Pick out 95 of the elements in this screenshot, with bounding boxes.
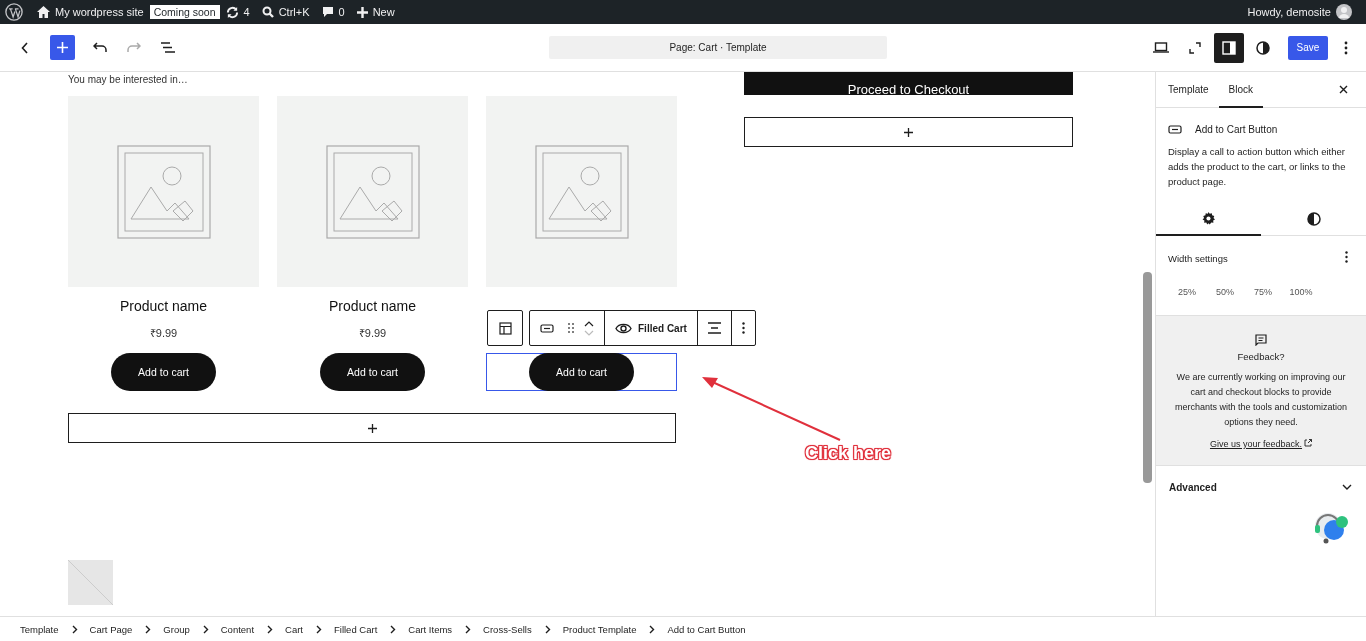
expand-icon bbox=[1189, 41, 1201, 54]
sidebar-tab[interactable]: Block bbox=[1218, 72, 1264, 108]
redo-icon bbox=[127, 42, 141, 53]
new-content-link[interactable]: New bbox=[350, 0, 401, 24]
width-option[interactable]: 75% bbox=[1244, 287, 1282, 297]
plus-icon bbox=[356, 6, 368, 18]
chevron-right-icon bbox=[544, 624, 551, 634]
button-block-icon bbox=[540, 323, 554, 333]
chevron-right-icon bbox=[649, 624, 656, 634]
advanced-panel-toggle[interactable]: Advanced bbox=[1156, 466, 1366, 508]
product-name: Product name bbox=[328, 298, 417, 316]
move-up-icon[interactable] bbox=[584, 320, 594, 327]
width-option[interactable]: 50% bbox=[1206, 287, 1244, 297]
plus-icon bbox=[57, 42, 68, 53]
image-thumbnail bbox=[68, 560, 113, 605]
contrast-icon bbox=[1256, 40, 1270, 55]
search-icon bbox=[261, 6, 274, 18]
breadcrumb-link[interactable]: Cart bbox=[285, 623, 303, 635]
list-view-icon bbox=[161, 42, 175, 53]
breadcrumb-link[interactable]: Cross-Sells bbox=[483, 623, 532, 635]
chevron-left-icon bbox=[21, 41, 29, 54]
home-icon bbox=[37, 6, 50, 18]
panel-title: Width settings bbox=[1168, 253, 1228, 264]
updates-link[interactable]: 4 bbox=[219, 0, 256, 24]
more-vertical-icon bbox=[1344, 40, 1348, 55]
plus-icon bbox=[904, 127, 913, 137]
comment-icon bbox=[321, 6, 334, 18]
breadcrumb-link[interactable]: Template bbox=[20, 623, 59, 635]
align-center-icon bbox=[707, 322, 721, 334]
breadcrumb-link[interactable]: Cart Items bbox=[408, 623, 453, 635]
laptop-icon bbox=[1153, 42, 1169, 53]
eye-icon bbox=[615, 322, 632, 334]
section-heading: You may be interested in… bbox=[68, 74, 189, 86]
block-selection-outline[interactable]: Add to cart bbox=[277, 353, 468, 391]
image-placeholder-icon bbox=[116, 144, 211, 239]
breadcrumb-link[interactable]: Product Template bbox=[562, 623, 637, 635]
document-title-bar[interactable]: Page: Cart · Template bbox=[549, 36, 887, 59]
breadcrumb-link[interactable]: Cart Page bbox=[89, 623, 133, 635]
command-search-link[interactable]: Ctrl+K bbox=[255, 0, 316, 24]
checkout-button[interactable]: Proceed to Checkout bbox=[744, 72, 1073, 95]
add-block-appender[interactable] bbox=[744, 117, 1073, 147]
image-placeholder-icon bbox=[325, 144, 420, 239]
save-button[interactable]: Save bbox=[1288, 35, 1328, 60]
product-price: ₹9.99 bbox=[149, 326, 178, 338]
plus-icon bbox=[367, 423, 377, 433]
feedback-link[interactable]: Give us your feedback. bbox=[1209, 439, 1303, 449]
layout-icon bbox=[498, 321, 512, 335]
contrast-icon bbox=[1306, 211, 1321, 226]
breadcrumb-link[interactable]: Filled Cart bbox=[334, 623, 378, 635]
block-selection-outline[interactable]: Add to cart bbox=[486, 353, 677, 391]
add-to-cart-button[interactable]: Add to cart bbox=[529, 353, 634, 391]
more-vertical-icon bbox=[741, 322, 745, 334]
chevron-right-icon bbox=[71, 624, 78, 634]
feedback-text: We are currently working on improving our cart and checkout blocks to provide merchants with the tools and customization options they need. bbox=[1173, 371, 1349, 429]
image-placeholder-icon bbox=[534, 144, 629, 239]
add-to-cart-button[interactable]: Add to cart bbox=[111, 353, 216, 391]
avatar-icon bbox=[1336, 4, 1352, 20]
product-price: ₹9.99 bbox=[358, 326, 387, 338]
feedback-title: Feedback? bbox=[1237, 351, 1285, 362]
breadcrumb-current: Add to Cart Button bbox=[667, 623, 746, 635]
width-option[interactable]: 25% bbox=[1168, 287, 1206, 297]
button-block-icon bbox=[1168, 125, 1182, 134]
chevron-right-icon bbox=[316, 624, 322, 634]
external-link-icon bbox=[1304, 439, 1313, 447]
status-badge: Coming soon bbox=[149, 5, 220, 19]
sidebar-icon bbox=[1222, 40, 1236, 55]
undo-icon bbox=[93, 42, 107, 53]
sidebar-tab[interactable]: Template bbox=[1158, 72, 1219, 108]
refresh-icon bbox=[225, 5, 239, 19]
account-link[interactable]: Howdy, demosite bbox=[1241, 0, 1358, 24]
block-selection-outline[interactable]: Add to cart bbox=[68, 353, 259, 391]
chevron-down-icon bbox=[1342, 484, 1352, 490]
product-name: Product name bbox=[119, 298, 208, 316]
breadcrumb-link[interactable]: Group bbox=[163, 623, 190, 635]
settings-panel-toggle[interactable] bbox=[1214, 32, 1244, 63]
add-block-button[interactable] bbox=[50, 35, 75, 60]
site-name-link[interactable]: My wordpress site bbox=[31, 0, 150, 24]
more-vertical-icon bbox=[1345, 251, 1348, 263]
close-icon bbox=[1339, 85, 1348, 94]
annotation-label: Click here bbox=[805, 443, 892, 464]
breadcrumb-link[interactable]: Content bbox=[220, 623, 255, 635]
add-block-appender[interactable] bbox=[68, 413, 676, 443]
block-title: Add to Cart Button bbox=[1195, 124, 1278, 135]
comments-link[interactable]: 0 bbox=[315, 0, 351, 24]
add-to-cart-button[interactable]: Add to cart bbox=[320, 353, 425, 391]
chevron-right-icon bbox=[465, 624, 472, 634]
comment-icon bbox=[1255, 334, 1267, 346]
gear-icon bbox=[1202, 212, 1215, 225]
chevron-right-icon bbox=[390, 624, 397, 634]
wordpress-logo-icon[interactable] bbox=[5, 3, 23, 21]
width-option[interactable]: 100% bbox=[1282, 287, 1320, 297]
block-description: Display a call to action button which either adds the product to the cart, or links to the product page. bbox=[1168, 145, 1347, 189]
chevron-right-icon bbox=[202, 624, 209, 634]
chevron-right-icon bbox=[267, 624, 274, 634]
chevron-right-icon bbox=[145, 624, 152, 634]
